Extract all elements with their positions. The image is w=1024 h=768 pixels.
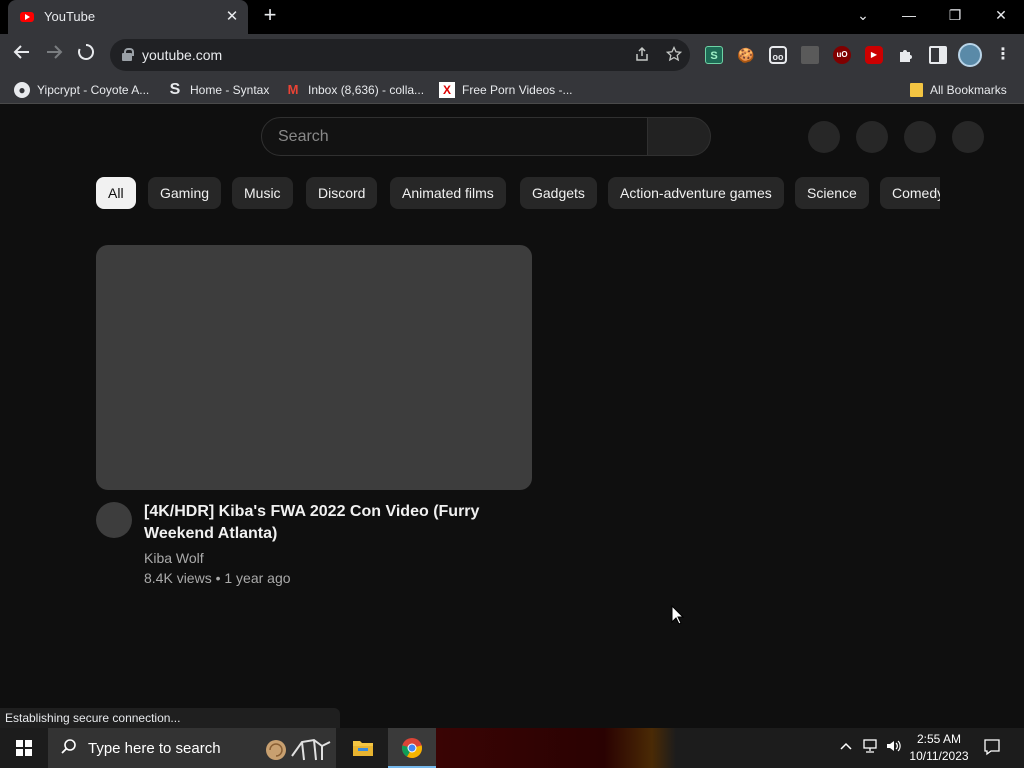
syntax-icon: S: [169, 81, 181, 98]
forward-arrow-icon: [47, 45, 63, 59]
chip-music[interactable]: Music: [232, 177, 293, 209]
video-title[interactable]: [4K/HDR] Kiba's FWA 2022 Con Video (Furr…: [144, 501, 504, 545]
mouse-cursor-icon: [671, 605, 684, 625]
notifications-icon[interactable]: [982, 738, 1002, 759]
new-tab-button[interactable]: +: [258, 4, 282, 28]
youtube-favicon-icon: [20, 12, 34, 22]
close-window-button[interactable]: ✕: [987, 4, 1015, 28]
folder-icon: [910, 82, 923, 97]
loading-spinner-icon: [78, 43, 95, 60]
profile-avatar[interactable]: [958, 43, 982, 67]
taskbar-clock[interactable]: 2:55 AM 10/11/2023: [906, 731, 972, 765]
taskbar-search-box[interactable]: Type here to search: [48, 728, 336, 768]
extension-s-icon[interactable]: S: [705, 46, 723, 64]
browser-status-bar: Establishing secure connection...: [0, 708, 340, 728]
chip-comedy[interactable]: Comedy: [880, 177, 940, 209]
restore-button[interactable]: ❐: [941, 4, 969, 28]
volume-icon[interactable]: [884, 738, 904, 757]
clock-time: 2:55 AM: [916, 732, 962, 746]
video-metadata: 8.4K views • 1 year ago: [144, 570, 291, 586]
chip-gadgets[interactable]: Gadgets: [520, 177, 597, 209]
taskbar-file-explorer[interactable]: [338, 728, 386, 768]
youtube-search-input[interactable]: [278, 127, 628, 147]
video-channel-name[interactable]: Kiba Wolf: [144, 550, 204, 566]
youtube-header-placeholder-4[interactable]: [952, 121, 984, 153]
windows-taskbar: Type here to search 2:55 AM 10/11/2023: [0, 728, 1024, 768]
tab-search-dropdown-icon[interactable]: ⌄: [849, 4, 877, 28]
chip-discord[interactable]: Discord: [306, 177, 378, 209]
extension-oo-icon[interactable]: oo: [769, 46, 787, 64]
show-hidden-icons-icon[interactable]: [836, 738, 856, 754]
extensions-puzzle-icon[interactable]: [897, 46, 915, 64]
chip-animated-films[interactable]: Animated films: [390, 177, 506, 209]
ublock-origin-icon[interactable]: uO: [833, 46, 851, 64]
windows-logo-icon: [16, 740, 32, 756]
taskbar-chrome[interactable]: [388, 728, 436, 768]
bookmark-syntax[interactable]: S Home - Syntax: [167, 81, 270, 100]
taskbar-search-placeholder: Type here to search: [88, 740, 221, 757]
chip-comedy-clip: Comedy: [880, 177, 940, 209]
stop-loading-button[interactable]: [74, 43, 98, 67]
youtube-search-button[interactable]: [647, 117, 711, 156]
chip-all[interactable]: All: [96, 177, 136, 209]
share-icon[interactable]: [632, 46, 652, 64]
bookmark-yipcrypt[interactable]: ● Yipcrypt - Coyote A...: [14, 82, 149, 100]
bookmark-gmail[interactable]: M Inbox (8,636) - colla...: [285, 82, 424, 100]
youtube-header-placeholder-2[interactable]: [856, 121, 888, 153]
chrome-icon: [401, 738, 423, 759]
back-arrow-icon: [13, 45, 29, 59]
bookmarks-bar: ● Yipcrypt - Coyote A... S Home - Syntax M…: [0, 76, 1024, 104]
extension-youtube-icon[interactable]: ▶: [865, 46, 883, 64]
browser-toolbar: youtube.com S 🍪 oo uO ▶ ⋮: [0, 34, 1024, 76]
chip-action-adventure-games[interactable]: Action-adventure games: [608, 177, 784, 209]
globe-icon: ●: [14, 82, 30, 98]
gmail-icon: M: [287, 82, 299, 97]
lock-icon[interactable]: [122, 48, 134, 61]
bookmark-star-icon[interactable]: [664, 45, 684, 64]
search-icon: [60, 738, 78, 761]
video-thumbnail[interactable]: [96, 245, 532, 490]
tab-close-icon[interactable]: ✕: [222, 7, 242, 27]
tab-title: YouTube: [44, 9, 96, 24]
chip-science[interactable]: Science: [795, 177, 869, 209]
folder-icon: [353, 741, 373, 756]
fossil-search-highlight-icon: [266, 738, 331, 761]
taskbar-empty-area: [436, 728, 676, 768]
clock-date: 10/11/2023: [909, 749, 969, 763]
youtube-header-placeholder-1[interactable]: [808, 121, 840, 153]
extension-cookie-icon[interactable]: 🍪: [737, 46, 755, 64]
x-icon: X: [439, 82, 455, 98]
address-bar[interactable]: youtube.com: [110, 39, 690, 71]
forward-button[interactable]: [42, 43, 66, 67]
youtube-header-placeholder-3[interactable]: [904, 121, 936, 153]
browser-menu-icon[interactable]: ⋮: [994, 46, 1012, 64]
chip-gaming[interactable]: Gaming: [148, 177, 222, 209]
channel-avatar[interactable]: [96, 502, 132, 538]
network-icon[interactable]: [860, 738, 880, 757]
side-panel-icon[interactable]: [929, 46, 947, 64]
tab-youtube[interactable]: YouTube ✕: [8, 0, 248, 34]
back-button[interactable]: [10, 43, 34, 67]
bookmark-free-videos[interactable]: X Free Porn Videos -...: [439, 82, 573, 100]
extension-window-icon[interactable]: [801, 46, 819, 64]
url-text[interactable]: youtube.com: [142, 47, 222, 63]
all-bookmarks-folder[interactable]: All Bookmarks: [910, 82, 1007, 100]
minimize-button[interactable]: —: [895, 4, 923, 28]
youtube-search-box[interactable]: [261, 117, 648, 156]
start-button[interactable]: [0, 728, 48, 768]
tab-strip: YouTube ✕ + ⌄ — ❐ ✕: [0, 0, 1024, 34]
